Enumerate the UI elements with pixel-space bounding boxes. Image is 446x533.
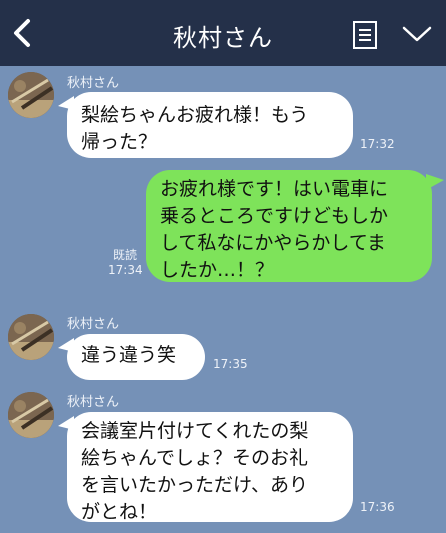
message-text: 違う違う笑 xyxy=(81,344,177,366)
message-text: 乗るところですけどもしか xyxy=(160,205,389,227)
avatar[interactable] xyxy=(8,72,54,118)
chevron-down-icon[interactable] xyxy=(402,24,432,44)
notes-icon[interactable] xyxy=(352,20,378,50)
message-timestamp: 17:35 xyxy=(213,357,248,371)
message-text: 会議室片付けてくれたの梨 xyxy=(81,420,309,442)
sender-name: 秋村さん xyxy=(67,395,120,410)
avatar[interactable] xyxy=(8,314,54,360)
sender-name: 秋村さん xyxy=(67,76,120,91)
chat-title: 秋村さん xyxy=(173,24,273,52)
chat-header: 秋村さん xyxy=(0,0,446,66)
read-label: 既読 xyxy=(112,248,137,262)
message-text: 絵ちゃんでしょ？そのお礼 xyxy=(81,447,309,469)
message-bubble-incoming[interactable]: 違う違う笑 xyxy=(67,334,205,380)
message-text: を言いたかっただけ、あり xyxy=(81,474,309,496)
message-text: したか…！？ xyxy=(160,259,275,281)
message-text: して私なにかやらかしてま xyxy=(160,232,386,254)
message-bubble-incoming[interactable]: 会議室片付けてくれたの梨 絵ちゃんでしょ？そのお礼 を言いたかっただけ、あり が… xyxy=(67,412,353,523)
message-timestamp: 17:32 xyxy=(360,137,395,151)
avatar-image xyxy=(8,314,54,360)
message-timestamp: 17:36 xyxy=(360,500,395,514)
message-text: がとね！ xyxy=(81,501,158,523)
avatar-image xyxy=(8,392,54,438)
read-receipt: 既読 17:34 xyxy=(108,248,143,278)
message-text: 梨絵ちゃんお疲れ様！もう xyxy=(81,104,309,126)
avatar[interactable] xyxy=(8,392,54,438)
avatar-image xyxy=(8,72,54,118)
message-bubble-incoming[interactable]: 梨絵ちゃんお疲れ様！もう 帰った？ xyxy=(67,92,353,158)
sender-name: 秋村さん xyxy=(67,317,120,332)
message-text: お疲れ様です！はい電車に xyxy=(160,178,389,200)
message-timestamp: 17:34 xyxy=(108,263,143,277)
message-bubble-outgoing[interactable]: お疲れ様です！はい電車に 乗るところですけどもしか して私なにかやらかしてま し… xyxy=(146,170,432,282)
message-text: 帰った？ xyxy=(81,131,158,153)
